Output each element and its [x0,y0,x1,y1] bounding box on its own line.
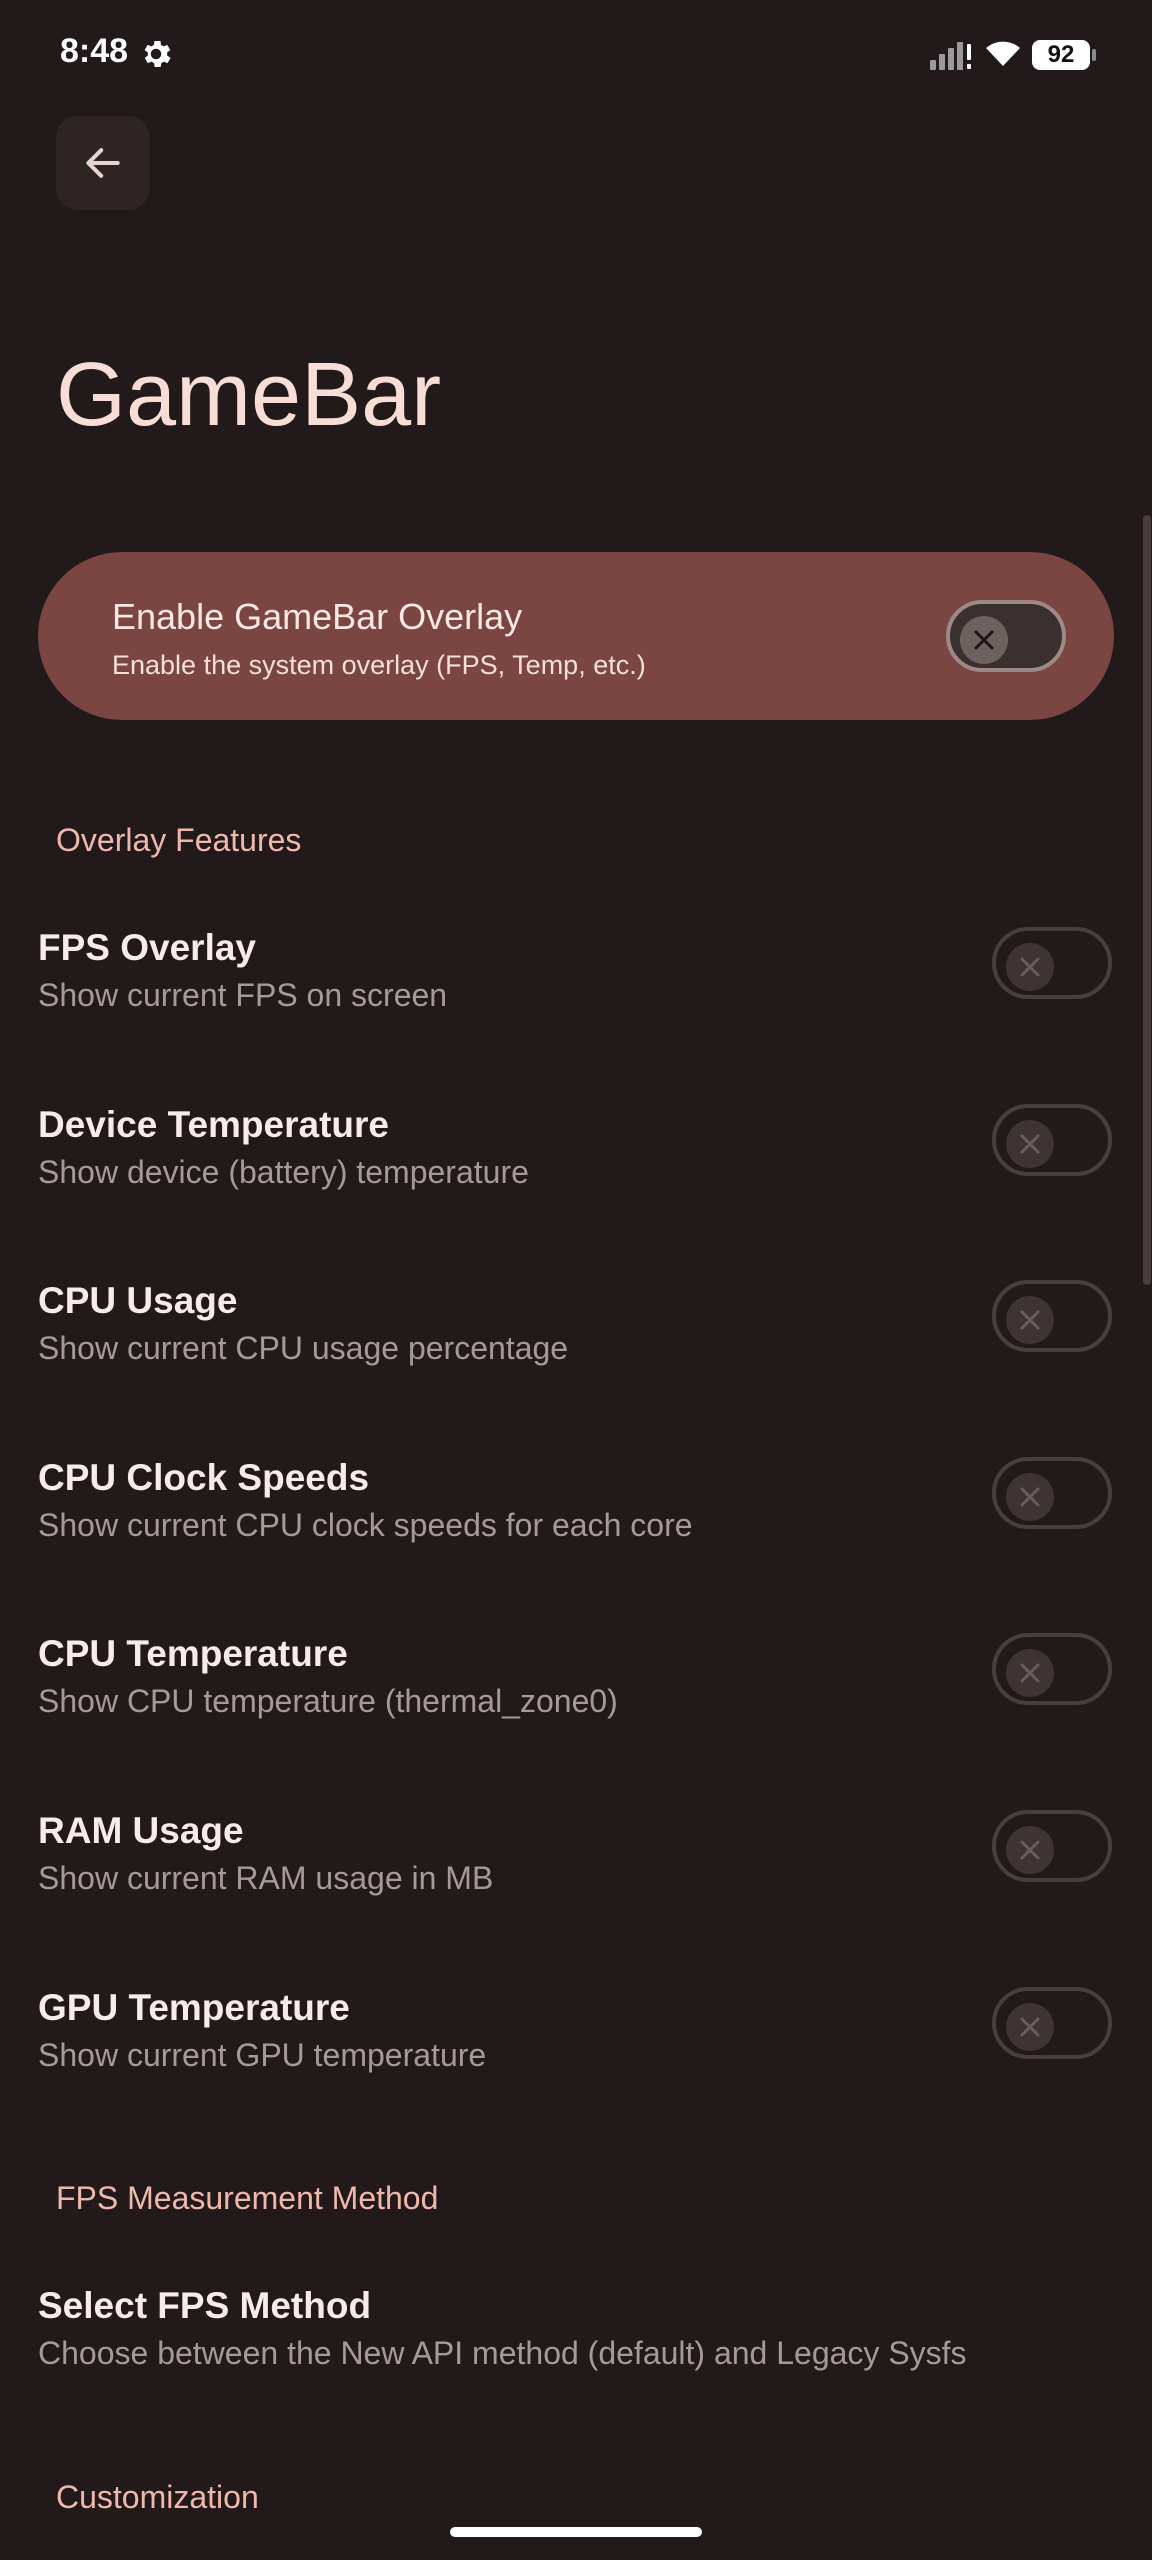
enable-gamebar-overlay-switch[interactable] [946,600,1066,672]
settings-gear-icon [144,40,171,68]
section-header-overlay-features: Overlay Features [56,822,302,858]
section-header-fps-method: FPS Measurement Method [56,2180,439,2216]
feature-subtitle: Show current CPU usage percentage [38,1330,569,1366]
fps-method-subtitle: Choose between the New API method (defau… [38,2335,967,2371]
gpu-temperature-switch[interactable] [992,1987,1112,2059]
feature-subtitle: Show current RAM usage in MB [38,1860,494,1896]
close-icon [1020,2017,1040,2037]
feature-subtitle: Show device (battery) temperature [38,1154,529,1190]
feature-title: CPU Temperature [38,1633,348,1674]
master-toggle-title: Enable GameBar Overlay [112,596,523,637]
cell-signal-icon [930,42,971,70]
close-icon [1020,1310,1040,1330]
arrow-back-icon [86,148,120,178]
close-icon [1020,1487,1040,1507]
switch-knob [1006,1473,1054,1521]
enable-gamebar-overlay-card[interactable]: Enable GameBar Overlay Enable the system… [38,552,1114,720]
switch-knob [1006,943,1054,991]
close-icon [1020,1840,1040,1860]
feature-row-cpu-usage[interactable]: CPU Usage Show current CPU usage percent… [0,1280,1152,1456]
back-button[interactable] [56,116,150,210]
feature-row-ram-usage[interactable]: RAM Usage Show current RAM usage in MB [0,1810,1152,1986]
feature-title: CPU Clock Speeds [38,1457,370,1498]
battery-level: 92 [1032,40,1090,70]
battery-icon: 92 [1032,38,1096,72]
close-icon [1020,957,1040,977]
master-toggle-subtitle: Enable the system overlay (FPS, Temp, et… [112,650,646,680]
feature-subtitle: Show current CPU clock speeds for each c… [38,1507,693,1543]
cpu-clock-speeds-switch[interactable] [992,1457,1112,1529]
feature-title: Device Temperature [38,1104,389,1145]
cpu-usage-switch[interactable] [992,1280,1112,1352]
switch-knob [1006,1120,1054,1168]
feature-row-cpu-temperature[interactable]: CPU Temperature Show CPU temperature (th… [0,1633,1152,1809]
feature-row-fps-overlay[interactable]: FPS Overlay Show current FPS on screen [0,927,1152,1103]
status-bar: 8:48 92 [0,0,1152,110]
switch-knob [1006,1826,1054,1874]
ram-usage-switch[interactable] [992,1810,1112,1882]
wifi-icon [986,41,1020,66]
feature-subtitle: Show current FPS on screen [38,977,448,1013]
fps-method-title: Select FPS Method [38,2285,372,2326]
switch-knob [1006,2003,1054,2051]
page-title: GameBar [56,345,442,445]
feature-row-cpu-clock-speeds[interactable]: CPU Clock Speeds Show current CPU clock … [0,1457,1152,1633]
home-indicator[interactable] [450,2527,702,2537]
cpu-temperature-switch[interactable] [992,1633,1112,1705]
feature-subtitle: Show CPU temperature (thermal_zone0) [38,1683,618,1719]
switch-knob [1006,1649,1054,1697]
status-time: 8:48 [60,32,129,70]
feature-title: GPU Temperature [38,1987,350,2028]
section-header-customization: Customization [56,2479,259,2515]
select-fps-method-row[interactable]: Select FPS Method Choose between the New… [0,2285,1152,2461]
feature-title: FPS Overlay [38,927,257,968]
close-icon [1020,1663,1040,1683]
feature-subtitle: Show current GPU temperature [38,2037,487,2073]
feature-title: CPU Usage [38,1280,238,1321]
feature-row-device-temperature[interactable]: Device Temperature Show device (battery)… [0,1104,1152,1280]
feature-row-gpu-temperature[interactable]: GPU Temperature Show current GPU tempera… [0,1987,1152,2163]
scrollbar[interactable] [1143,515,1151,1285]
switch-knob [960,616,1008,664]
device-temperature-switch[interactable] [992,1104,1112,1176]
fps-overlay-switch[interactable] [992,927,1112,999]
close-icon [974,630,994,650]
feature-title: RAM Usage [38,1810,244,1851]
close-icon [1020,1134,1040,1154]
switch-knob [1006,1296,1054,1344]
